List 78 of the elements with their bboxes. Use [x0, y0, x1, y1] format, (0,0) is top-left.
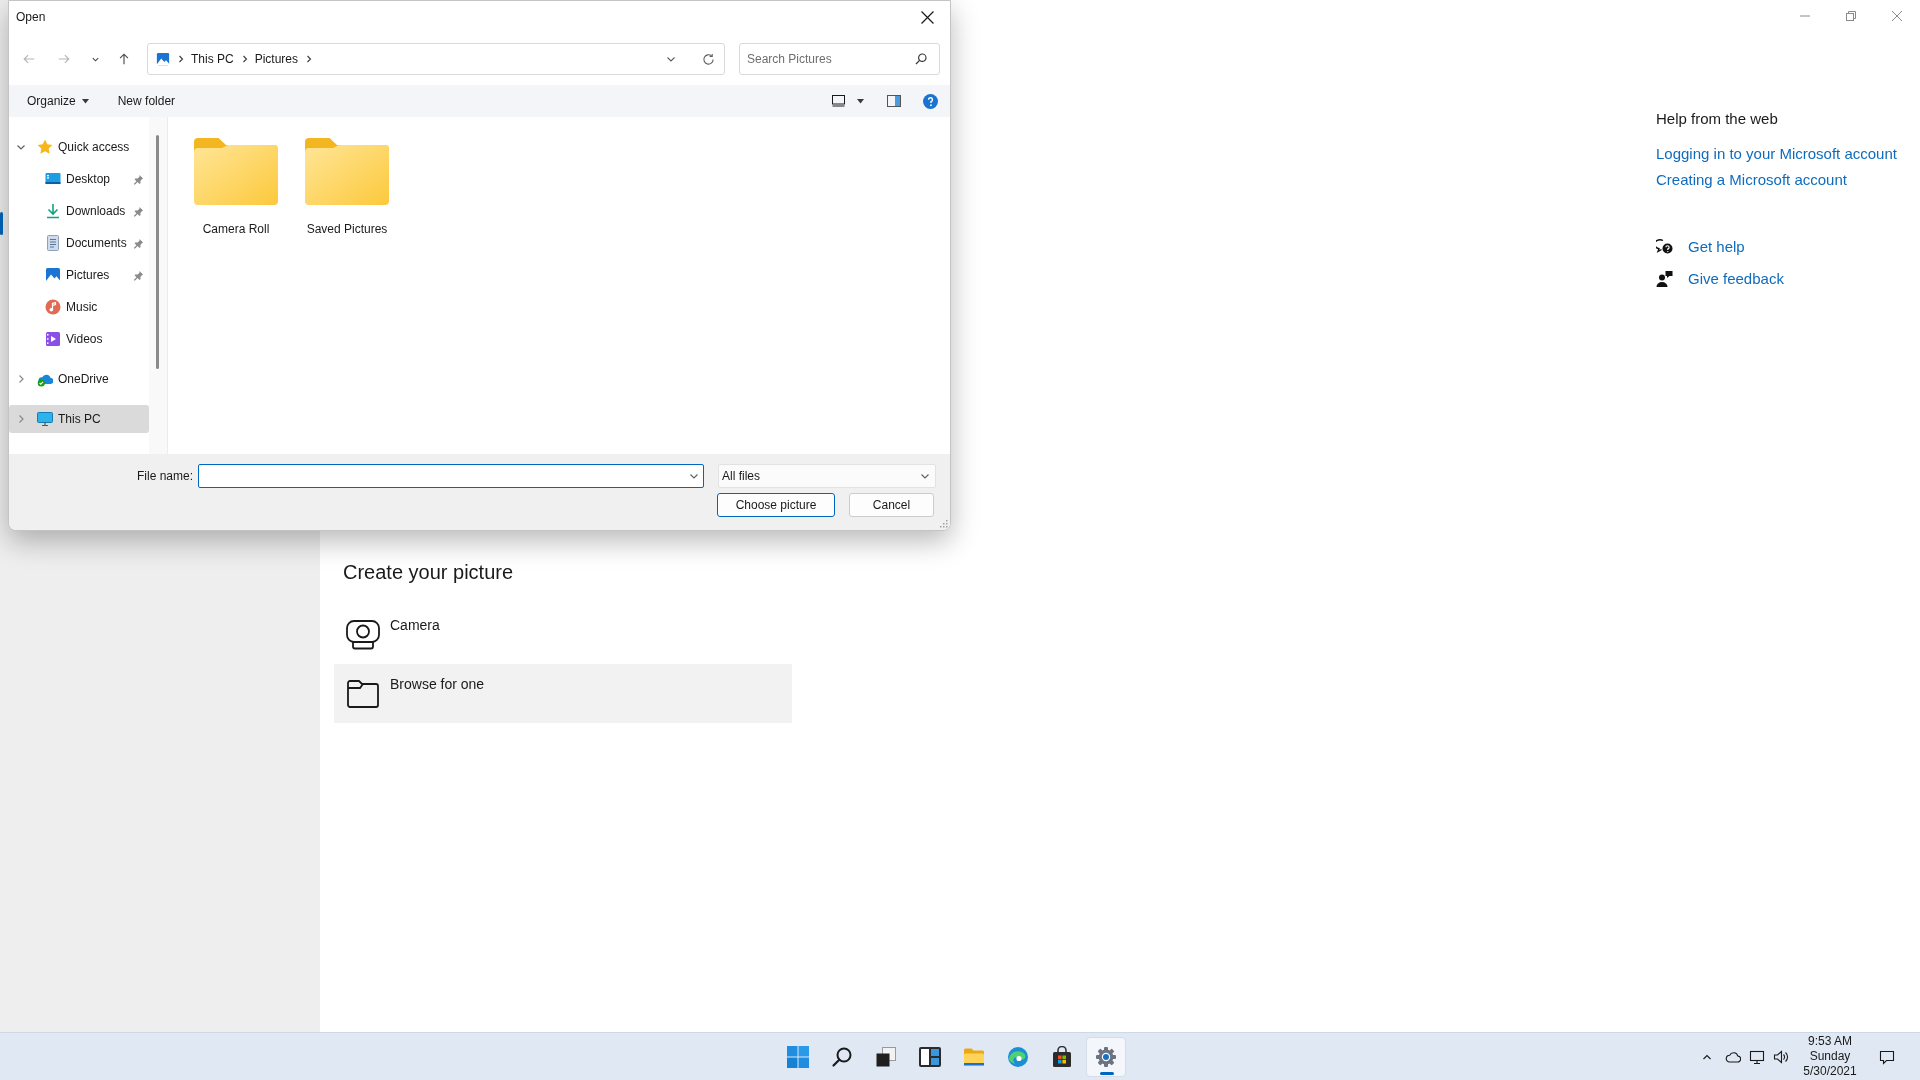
download-icon: [45, 203, 61, 219]
selection-indicator: [0, 212, 3, 235]
nav-tree-item[interactable]: Downloads: [9, 197, 149, 225]
file-type-dropdown[interactable]: All files: [718, 464, 936, 488]
picture-option[interactable]: Browse for one: [334, 664, 792, 723]
view-icon: [832, 95, 845, 107]
restore-icon: [1846, 11, 1856, 21]
person-speech-icon: [1656, 271, 1673, 287]
network-icon: [1749, 1048, 1765, 1065]
help-link[interactable]: Creating a Microsoft account: [1656, 170, 1847, 190]
section-heading: Create your picture: [343, 560, 514, 585]
dialog-title: Open: [16, 9, 46, 26]
file-name-field[interactable]: [198, 464, 704, 488]
breadcrumb-item[interactable]: Pictures: [254, 48, 299, 70]
clock-button[interactable]: 9:53 AM Sunday 5/30/2021: [1795, 1034, 1865, 1079]
folder-icon: [305, 138, 389, 205]
folder-item[interactable]: Camera Roll: [181, 138, 291, 237]
chevron-right-icon: [177, 55, 185, 63]
search-icon: [830, 1045, 853, 1068]
music-note-icon: [45, 299, 61, 315]
speaker-icon: [1773, 1048, 1789, 1065]
nav-tree-item[interactable]: This PC: [9, 405, 149, 433]
chevron-down-icon: [666, 54, 676, 64]
help-action-link[interactable]: Give feedback: [1656, 269, 1784, 289]
nav-tree-item[interactable]: Pictures: [9, 261, 149, 289]
picture-icon: [45, 267, 61, 283]
toolbar-button[interactable]: Organize: [19, 88, 97, 114]
toolbar-button[interactable]: New folder: [109, 88, 184, 114]
speech-bubble-icon: [1879, 1048, 1895, 1065]
document-icon: [45, 235, 61, 251]
resize-grip-icon: [940, 520, 948, 528]
help-link[interactable]: Logging in to your Microsoft account: [1656, 144, 1897, 164]
folder-outline-icon: [346, 679, 380, 709]
caret-down-icon: [857, 98, 864, 104]
nav-tree-item[interactable]: Desktop: [9, 165, 149, 193]
four-squares-icon: [786, 1045, 809, 1068]
monitor-icon: [45, 171, 61, 187]
help-icon: [922, 93, 938, 109]
refresh-icon: [701, 52, 715, 66]
folder-item[interactable]: Saved Pictures: [292, 138, 402, 237]
nav-tree-item[interactable]: Videos: [9, 325, 149, 353]
nav-tree-item[interactable]: Documents: [9, 229, 149, 257]
shopping-bag-icon: [1050, 1045, 1073, 1068]
video-icon: [45, 331, 61, 347]
help-heading: Help from the web: [1656, 109, 1778, 129]
chevron-down-icon: [920, 471, 930, 481]
chevron-down-icon: [689, 471, 699, 481]
monitor-icon: [37, 411, 53, 427]
scrollbar-thumb[interactable]: [156, 135, 159, 369]
folder-icon: [194, 138, 278, 205]
file-name-label: File name:: [136, 468, 193, 485]
help-action-link[interactable]: Get help: [1656, 237, 1745, 257]
search-field[interactable]: Search Pictures: [739, 43, 940, 75]
help-chat-icon: [1656, 239, 1673, 255]
close-icon: [920, 10, 934, 24]
chevron-right-icon: [240, 55, 249, 63]
webcam-icon: [346, 620, 380, 650]
picture-icon: [156, 52, 170, 66]
nav-tree-item[interactable]: OneDrive: [9, 365, 149, 393]
gear-icon: [1094, 1045, 1117, 1068]
nav-tree-item[interactable]: Music: [9, 293, 149, 321]
address-bar[interactable]: This PC Pictures: [147, 43, 725, 75]
arrow-up-icon: [117, 52, 131, 66]
preview-pane-icon: [887, 95, 901, 107]
caret-down-icon: [81, 98, 89, 104]
overlapping-squares-icon: [874, 1045, 897, 1068]
close-icon: [1892, 11, 1902, 21]
swirl-logo-icon: [1006, 1045, 1029, 1068]
breadcrumb-item[interactable]: This PC: [191, 48, 234, 70]
confirm-button[interactable]: Choose picture: [717, 493, 835, 517]
search-icon: [915, 53, 927, 65]
nav-tree-item[interactable]: Quick access: [9, 133, 149, 161]
star-icon: [37, 139, 53, 155]
arrow-left-icon: [22, 52, 36, 66]
chevron-right-icon: [305, 55, 314, 63]
cancel-button[interactable]: Cancel: [849, 493, 934, 517]
arrow-right-icon: [57, 52, 71, 66]
panels-icon: [918, 1045, 941, 1068]
